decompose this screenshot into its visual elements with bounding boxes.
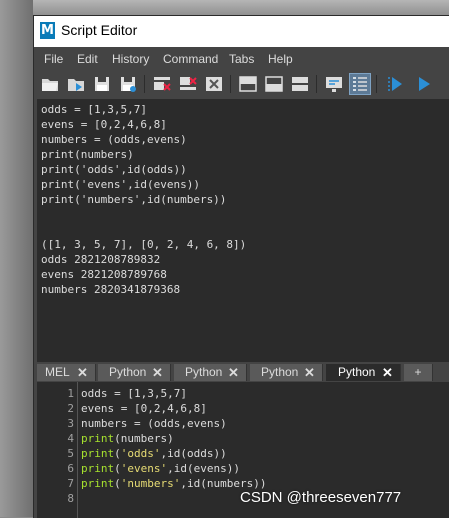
code-keyword: print: [81, 432, 115, 445]
output-line: ([1, 3, 5, 7], [0, 2, 4, 6, 8]): [41, 238, 247, 251]
tab-label: Python: [338, 365, 376, 379]
code-line: print('evens',id(evens)): [81, 461, 240, 476]
show-history-icon[interactable]: [238, 74, 258, 94]
code-line: odds = [1,3,5,7]: [81, 386, 187, 401]
output-line: print('numbers',id(numbers)): [41, 193, 227, 206]
tab-label: Python: [109, 365, 147, 379]
line-number: 6: [67, 462, 74, 475]
execute-all-icon[interactable]: [386, 74, 406, 94]
save-script-icon[interactable]: [92, 74, 112, 94]
code-text: ,id(odds)): [160, 447, 227, 460]
toolbar-separator: [230, 75, 231, 93]
code-line: print('numbers',id(numbers)): [81, 476, 266, 491]
tab-label: Python: [185, 365, 223, 379]
code-text: odds = [1,3,5,7]: [81, 387, 187, 400]
output-line: print(numbers): [41, 148, 134, 161]
source-script-icon[interactable]: [66, 74, 86, 94]
code-text: evens = [0,2,4,6,8]: [81, 402, 207, 415]
title-bar[interactable]: M Script Editor: [34, 16, 449, 47]
tab-bar: MEL ✕ Python ✕ Python ✕ Python ✕ Python …: [34, 364, 449, 382]
code-keyword: print: [81, 477, 115, 490]
code-string: 'evens': [120, 462, 168, 475]
line-number-gutter: 1 2 3 4 5 6 7 8: [37, 382, 78, 518]
clear-all-icon[interactable]: [204, 74, 224, 94]
clear-input-icon[interactable]: [178, 74, 198, 94]
execute-icon[interactable]: [414, 74, 434, 94]
code-string: 'odds': [120, 447, 161, 460]
maya-app-icon: M: [40, 22, 55, 39]
window-title: Script Editor: [61, 22, 138, 38]
close-icon[interactable]: ✕: [77, 364, 88, 381]
line-number: 2: [67, 402, 74, 415]
tab-label: MEL: [45, 365, 70, 379]
close-icon[interactable]: ✕: [228, 364, 239, 381]
tab-python-1[interactable]: Python ✕: [98, 364, 171, 381]
show-line-numbers-icon[interactable]: [349, 73, 371, 95]
line-number: 8: [67, 492, 74, 505]
toolbar-separator: [376, 75, 377, 93]
code-line: print('odds',id(odds)): [81, 446, 227, 461]
open-script-icon[interactable]: [40, 74, 60, 94]
show-input-icon[interactable]: [264, 74, 284, 94]
clear-history-icon[interactable]: [152, 74, 172, 94]
output-line: odds = [1,3,5,7]: [41, 103, 147, 116]
output-line: print('evens',id(evens)): [41, 178, 200, 191]
code-text: (: [114, 447, 121, 460]
toolbar-separator: [316, 75, 317, 93]
menu-help[interactable]: Help: [268, 52, 293, 66]
toolbar: [34, 69, 449, 99]
code-text: ,id(evens)): [167, 462, 240, 475]
menu-command[interactable]: Command: [163, 52, 218, 66]
code-text: numbers = (odds,evens): [81, 417, 227, 430]
menu-bar: File Edit History Command Tabs Help: [34, 47, 449, 69]
code-string: 'numbers': [120, 477, 181, 490]
tab-label: Python: [261, 365, 299, 379]
output-line: odds 2821208789832: [41, 253, 161, 266]
line-number: 7: [67, 477, 74, 490]
desktop-background-top: [0, 0, 449, 15]
menu-edit[interactable]: Edit: [77, 52, 98, 66]
line-number: 5: [67, 447, 74, 460]
tab-python-3[interactable]: Python ✕: [250, 364, 323, 381]
code-text: (: [114, 477, 121, 490]
script-editor-window: M Script Editor File Edit History Comman…: [33, 15, 449, 518]
output-line: evens 2821208789768: [41, 268, 167, 281]
menu-history[interactable]: History: [112, 52, 149, 66]
output-line: numbers = (odds,evens): [41, 133, 187, 146]
tab-python-2[interactable]: Python ✕: [174, 364, 247, 381]
menu-tabs[interactable]: Tabs: [229, 52, 254, 66]
close-icon[interactable]: ✕: [152, 364, 163, 381]
line-number: 1: [67, 387, 74, 400]
output-line: evens = [0,2,4,6,8]: [41, 118, 167, 131]
code-keyword: print: [81, 447, 115, 460]
desktop-background-left: [0, 0, 33, 517]
add-tab-button[interactable]: +: [404, 364, 433, 381]
echo-all-commands-icon[interactable]: [324, 74, 344, 94]
history-output-pane[interactable]: odds = [1,3,5,7] evens = [0,2,4,6,8] num…: [37, 99, 449, 362]
code-line: numbers = (odds,evens): [81, 416, 227, 431]
output-line: print('odds',id(odds)): [41, 163, 187, 176]
close-icon[interactable]: ✕: [304, 364, 315, 381]
save-script-to-shelf-icon[interactable]: [118, 74, 138, 94]
close-icon[interactable]: ✕: [382, 364, 393, 381]
show-both-icon[interactable]: [290, 74, 310, 94]
code-line: print(numbers): [81, 431, 174, 446]
code-keyword: print: [81, 462, 115, 475]
watermark-text: CSDN @threeseven777: [240, 489, 402, 506]
menu-file[interactable]: File: [44, 52, 63, 66]
code-text: (numbers): [114, 432, 174, 445]
line-number: 4: [67, 432, 74, 445]
toolbar-separator: [144, 75, 145, 93]
code-line: evens = [0,2,4,6,8]: [81, 401, 207, 416]
code-text: (: [114, 462, 121, 475]
output-line: numbers 2820341879368: [41, 283, 181, 296]
line-number: 3: [67, 417, 74, 430]
tab-mel[interactable]: MEL ✕: [37, 364, 96, 381]
tab-python-4-active[interactable]: Python ✕: [326, 364, 401, 381]
